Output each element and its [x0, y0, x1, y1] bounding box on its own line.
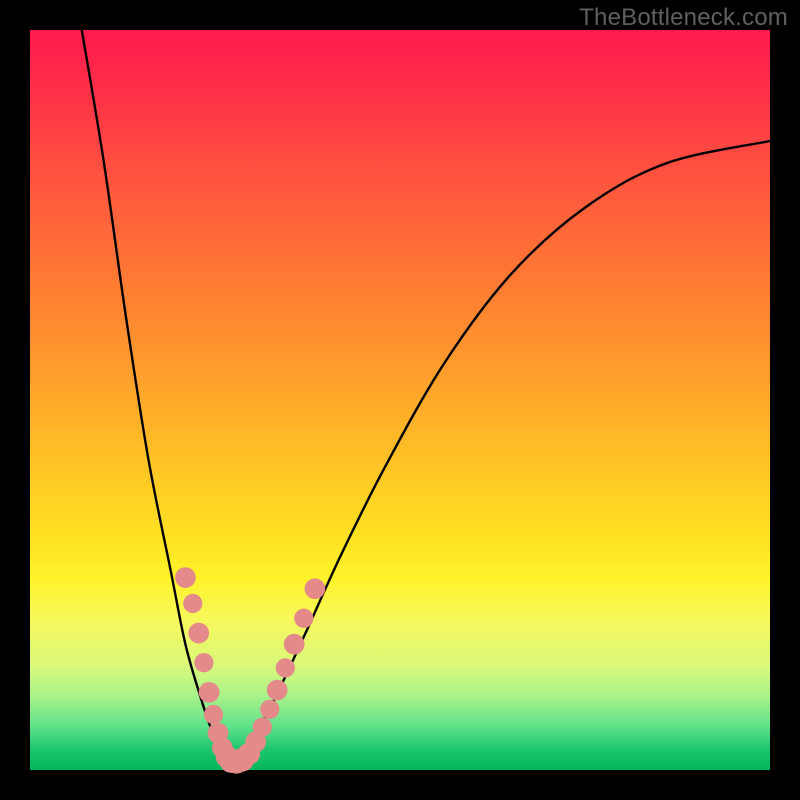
data-point	[199, 682, 220, 703]
data-point	[260, 700, 279, 719]
data-point	[204, 705, 223, 724]
watermark-text: TheBottleneck.com	[579, 4, 788, 32]
data-point	[294, 609, 313, 628]
curve-group	[82, 30, 770, 763]
data-point	[305, 578, 326, 599]
left-branch-line	[82, 30, 230, 763]
data-point	[194, 653, 213, 672]
plot-area	[30, 30, 770, 770]
data-point	[253, 717, 272, 736]
data-point	[188, 623, 209, 644]
data-point	[267, 680, 288, 701]
data-point	[284, 634, 305, 655]
right-branch-line	[230, 141, 770, 763]
chart-frame: TheBottleneck.com	[0, 0, 800, 800]
data-point	[183, 594, 202, 613]
marker-group	[175, 567, 325, 773]
data-point	[276, 658, 295, 677]
chart-svg	[30, 30, 770, 770]
data-point	[175, 567, 196, 588]
